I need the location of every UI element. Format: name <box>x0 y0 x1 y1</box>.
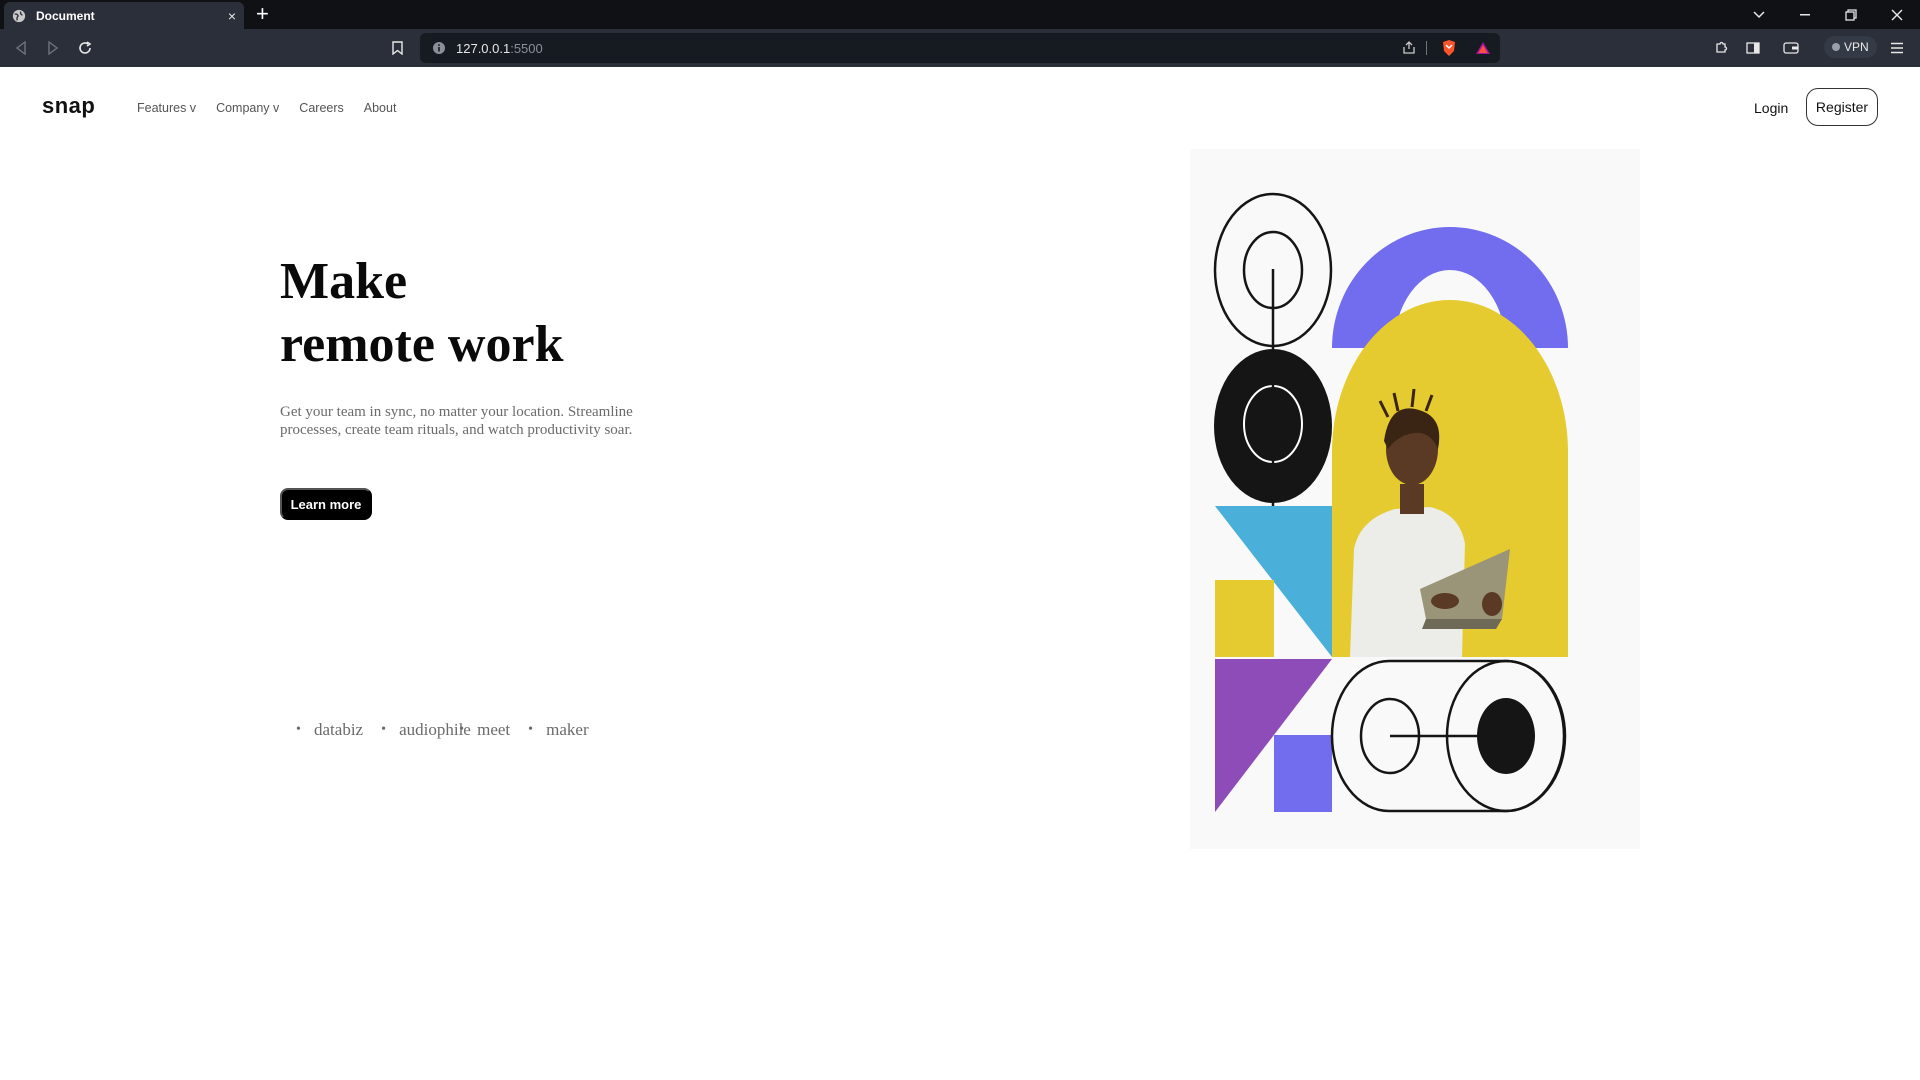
nav-item-company[interactable]: Company v <box>216 101 279 115</box>
address-bar[interactable]: 127.0.0.1:5500 <box>420 33 1500 63</box>
url-host: 127.0.0.1 <box>456 40 511 56</box>
restore-icon[interactable] <box>1828 0 1874 29</box>
tab-list-chevron-icon[interactable] <box>1736 0 1782 29</box>
hero-artwork <box>1213 192 1568 813</box>
wallet-icon[interactable] <box>1780 37 1802 59</box>
hero-title-line-1: Make <box>280 253 408 310</box>
client-maker: maker <box>528 719 588 740</box>
register-button[interactable]: Register <box>1806 88 1878 126</box>
browser-toolbar: 127.0.0.1:5500 VPN <box>0 29 1920 67</box>
client-meet: meet <box>459 719 510 740</box>
brave-shield-icon[interactable] <box>1440 39 1458 57</box>
purple-square-shape <box>1274 735 1332 812</box>
yellow-square-shape <box>1215 580 1274 657</box>
vpn-button[interactable]: VPN <box>1824 36 1877 58</box>
learn-more-button[interactable]: Learn more <box>280 488 372 520</box>
hero-illustration <box>1190 149 1640 849</box>
page: snap Features v Company v Careers About … <box>0 67 1920 1077</box>
browser-tab[interactable]: Document × <box>4 2 244 29</box>
browser-tab-strip: Document × + <box>0 0 1920 29</box>
share-icon[interactable] <box>1400 39 1418 57</box>
back-icon[interactable] <box>10 37 32 59</box>
site-logo[interactable]: snap <box>42 93 95 119</box>
sidebar-icon[interactable] <box>1742 37 1764 59</box>
vpn-status-icon <box>1832 43 1840 51</box>
client-audiophile: audiophile <box>381 719 471 740</box>
vpn-label: VPN <box>1844 40 1869 54</box>
hero-title-line-2: remote work <box>280 316 564 373</box>
nav-item-careers[interactable]: Careers <box>299 101 343 115</box>
hero-title: Make remote work <box>280 250 564 376</box>
bookmark-icon[interactable] <box>386 37 408 59</box>
new-tab-button[interactable]: + <box>256 3 269 25</box>
tab-title: Document <box>36 8 95 23</box>
tab-close-icon[interactable]: × <box>228 8 236 24</box>
brave-rewards-icon[interactable] <box>1474 39 1492 57</box>
menu-icon[interactable] <box>1886 37 1908 59</box>
forward-icon[interactable] <box>42 37 64 59</box>
site-info-icon[interactable] <box>432 41 446 55</box>
client-list: databiz audiophile meet maker <box>296 719 607 740</box>
pill-black-dot-shape <box>1477 698 1535 774</box>
hero-description: Get your team in sync, no matter your lo… <box>280 404 633 438</box>
close-window-icon[interactable] <box>1874 0 1920 29</box>
url-divider <box>1426 41 1427 55</box>
minimize-icon[interactable] <box>1782 0 1828 29</box>
globe-icon <box>12 9 26 22</box>
client-databiz: databiz <box>296 719 363 740</box>
reload-icon[interactable] <box>74 37 96 59</box>
nav-item-about[interactable]: About <box>364 101 397 115</box>
main-nav: Features v Company v Careers About <box>137 101 396 115</box>
url-port: :5500 <box>510 40 543 56</box>
login-link[interactable]: Login <box>1754 100 1788 116</box>
nav-item-features[interactable]: Features v <box>137 101 196 115</box>
extensions-icon[interactable] <box>1710 37 1732 59</box>
